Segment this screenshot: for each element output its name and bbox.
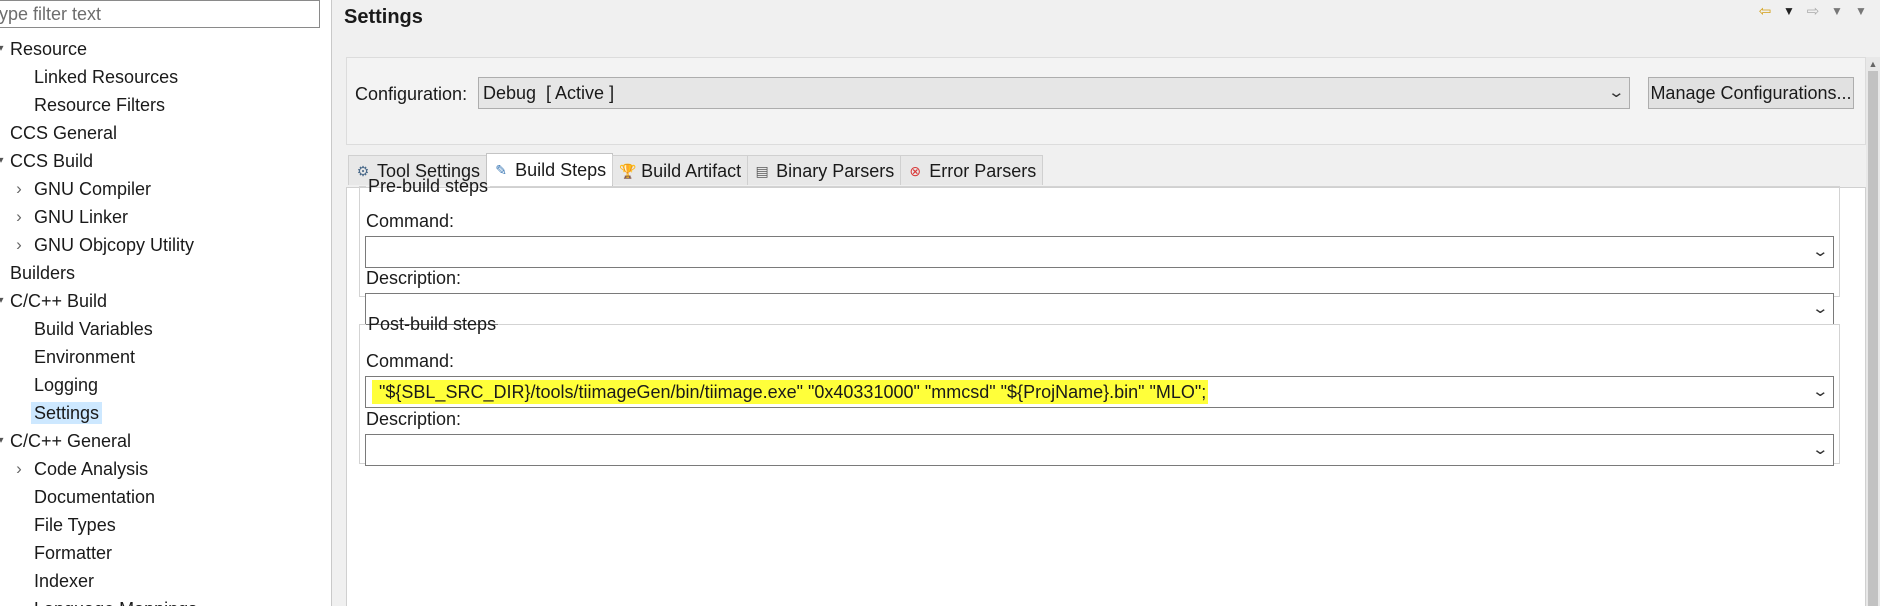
configuration-select[interactable]: Debug [ Active ] ⌄ — [478, 77, 1630, 109]
expand-arrow-icon[interactable]: › — [12, 203, 26, 231]
tree-item-label: CCS Build — [10, 151, 94, 171]
tree-item-label: Documentation — [34, 487, 156, 507]
tree-item-label: C/C++ Build — [10, 291, 108, 311]
tree-item-label: C/C++ General — [10, 431, 132, 451]
configuration-label: Configuration: — [355, 84, 468, 104]
tree-item-settings[interactable]: Settings — [0, 399, 197, 427]
expand-arrow-icon[interactable]: › — [12, 455, 26, 483]
collapse-arrow-icon[interactable]: ▾ — [0, 427, 8, 455]
forward-dropdown-icon[interactable]: ▼ — [1828, 4, 1846, 18]
chevron-down-icon: ⌄ — [1811, 243, 1830, 260]
scroll-up-icon[interactable]: ▲ — [1866, 57, 1880, 71]
tree-item-code-analysis[interactable]: › Code Analysis — [0, 455, 197, 483]
collapse-arrow-icon[interactable]: ▾ — [0, 147, 8, 175]
tree-item-label: Builders — [10, 263, 76, 283]
back-arrow-icon[interactable]: ⇦ — [1756, 2, 1774, 20]
build-steps-tab-panel: Pre-build steps Command: ⌄ Description: … — [346, 176, 1866, 606]
tree-item-gnu-objcopy-utility[interactable]: › GNU Objcopy Utility — [0, 231, 197, 259]
tree-item-build-variables[interactable]: Build Variables — [0, 315, 197, 343]
tree-item-file-types[interactable]: File Types — [0, 511, 197, 539]
tree-item-builders[interactable]: Builders — [0, 259, 197, 287]
tree-item-environment[interactable]: Environment — [0, 343, 197, 371]
post-build-description-label: Description: — [366, 409, 462, 429]
tree-item-ccs-general[interactable]: CCS General — [0, 119, 197, 147]
chevron-down-icon: ⌄ — [1811, 383, 1830, 400]
pre-build-steps-group: Pre-build steps Command: ⌄ Description: … — [359, 176, 1840, 325]
collapse-arrow-icon[interactable]: ▾ — [0, 287, 8, 315]
tree-item-label: GNU Objcopy Utility — [34, 235, 195, 255]
tree-item-label: Formatter — [34, 543, 113, 563]
expand-arrow-icon[interactable]: › — [12, 175, 26, 203]
post-build-steps-group: Post-build steps Command: "${SBL_SRC_DIR… — [359, 314, 1840, 466]
chevron-down-icon: ⌄ — [1811, 441, 1830, 458]
manage-configurations-button[interactable]: Manage Configurations... — [1648, 77, 1854, 109]
tree-item-formatter[interactable]: Formatter — [0, 539, 197, 567]
tree-item-documentation[interactable]: Documentation — [0, 483, 197, 511]
post-build-legend: Post-build steps — [368, 314, 497, 334]
properties-tree: ▾ResourceLinked ResourcesResource Filter… — [0, 35, 197, 606]
tree-item-label: Resource Filters — [34, 95, 166, 115]
page-title: Settings — [344, 6, 423, 28]
pre-build-command-combo[interactable]: ⌄ — [365, 236, 1834, 268]
configuration-bar: Configuration: Debug [ Active ] ⌄ Manage… — [346, 57, 1866, 145]
pre-build-description-label: Description: — [366, 268, 462, 288]
pre-build-legend: Pre-build steps — [368, 176, 489, 196]
tree-item-resource-filters[interactable]: Resource Filters — [0, 91, 197, 119]
tree-item-label: Settings — [31, 402, 103, 424]
scrollbar-thumb[interactable] — [1868, 71, 1878, 606]
tree-item-linked-resources[interactable]: Linked Resources — [0, 63, 197, 91]
post-build-command-label: Command: — [366, 351, 455, 371]
pre-build-command-label: Command: — [366, 211, 455, 231]
tree-item-c-c-build[interactable]: ▾C/C++ Build — [0, 287, 197, 315]
filter-input[interactable] — [0, 0, 320, 28]
tree-item-label: CCS General — [10, 123, 118, 143]
expand-arrow-icon[interactable]: › — [12, 231, 26, 259]
post-build-command-value: "${SBL_SRC_DIR}/tools/tiimageGen/bin/tii… — [372, 380, 1209, 404]
post-build-description-combo[interactable]: ⌄ — [365, 434, 1834, 466]
post-build-command-combo[interactable]: "${SBL_SRC_DIR}/tools/tiimageGen/bin/tii… — [365, 376, 1834, 408]
tree-item-ccs-build[interactable]: ▾CCS Build — [0, 147, 197, 175]
vertical-scrollbar[interactable]: ▲ — [1866, 57, 1880, 606]
tree-item-label: Environment — [34, 347, 136, 367]
tree-item-label: Logging — [34, 375, 99, 395]
tree-item-gnu-compiler[interactable]: › GNU Compiler — [0, 175, 197, 203]
tree-item-label: Build Variables — [34, 319, 153, 339]
properties-tree-panel: ▾ResourceLinked ResourcesResource Filter… — [0, 0, 332, 606]
navigation-toolbar: ⇦ ▼ ⇨ ▼ ▼ — [1756, 0, 1870, 22]
tree-item-label: Code Analysis — [34, 459, 149, 479]
tree-item-label: Indexer — [34, 571, 95, 591]
configuration-value: Debug [ Active ] — [483, 83, 615, 103]
settings-panel: Settings ⇦ ▼ ⇨ ▼ ▼ Configuration: Debug … — [332, 0, 1880, 606]
collapse-arrow-icon[interactable]: ▾ — [0, 35, 8, 63]
tree-item-label: Language Mappings — [34, 599, 197, 606]
tree-item-label: GNU Linker — [34, 207, 129, 227]
tree-item-label: File Types — [34, 515, 116, 535]
tree-item-gnu-linker[interactable]: › GNU Linker — [0, 203, 197, 231]
back-dropdown-icon[interactable]: ▼ — [1780, 4, 1798, 18]
view-menu-icon[interactable]: ▼ — [1852, 4, 1870, 18]
tree-item-label: GNU Compiler — [34, 179, 152, 199]
tree-item-label: Linked Resources — [34, 67, 179, 87]
tree-item-indexer[interactable]: Indexer — [0, 567, 197, 595]
tree-item-c-c-general[interactable]: ▾C/C++ General — [0, 427, 197, 455]
tree-item-label: Resource — [10, 39, 88, 59]
forward-arrow-icon[interactable]: ⇨ — [1804, 2, 1822, 20]
tree-item-language-mappings[interactable]: Language Mappings — [0, 595, 197, 606]
chevron-down-icon: ⌄ — [1607, 84, 1626, 101]
tree-item-resource[interactable]: ▾Resource — [0, 35, 197, 63]
tree-item-logging[interactable]: Logging — [0, 371, 197, 399]
